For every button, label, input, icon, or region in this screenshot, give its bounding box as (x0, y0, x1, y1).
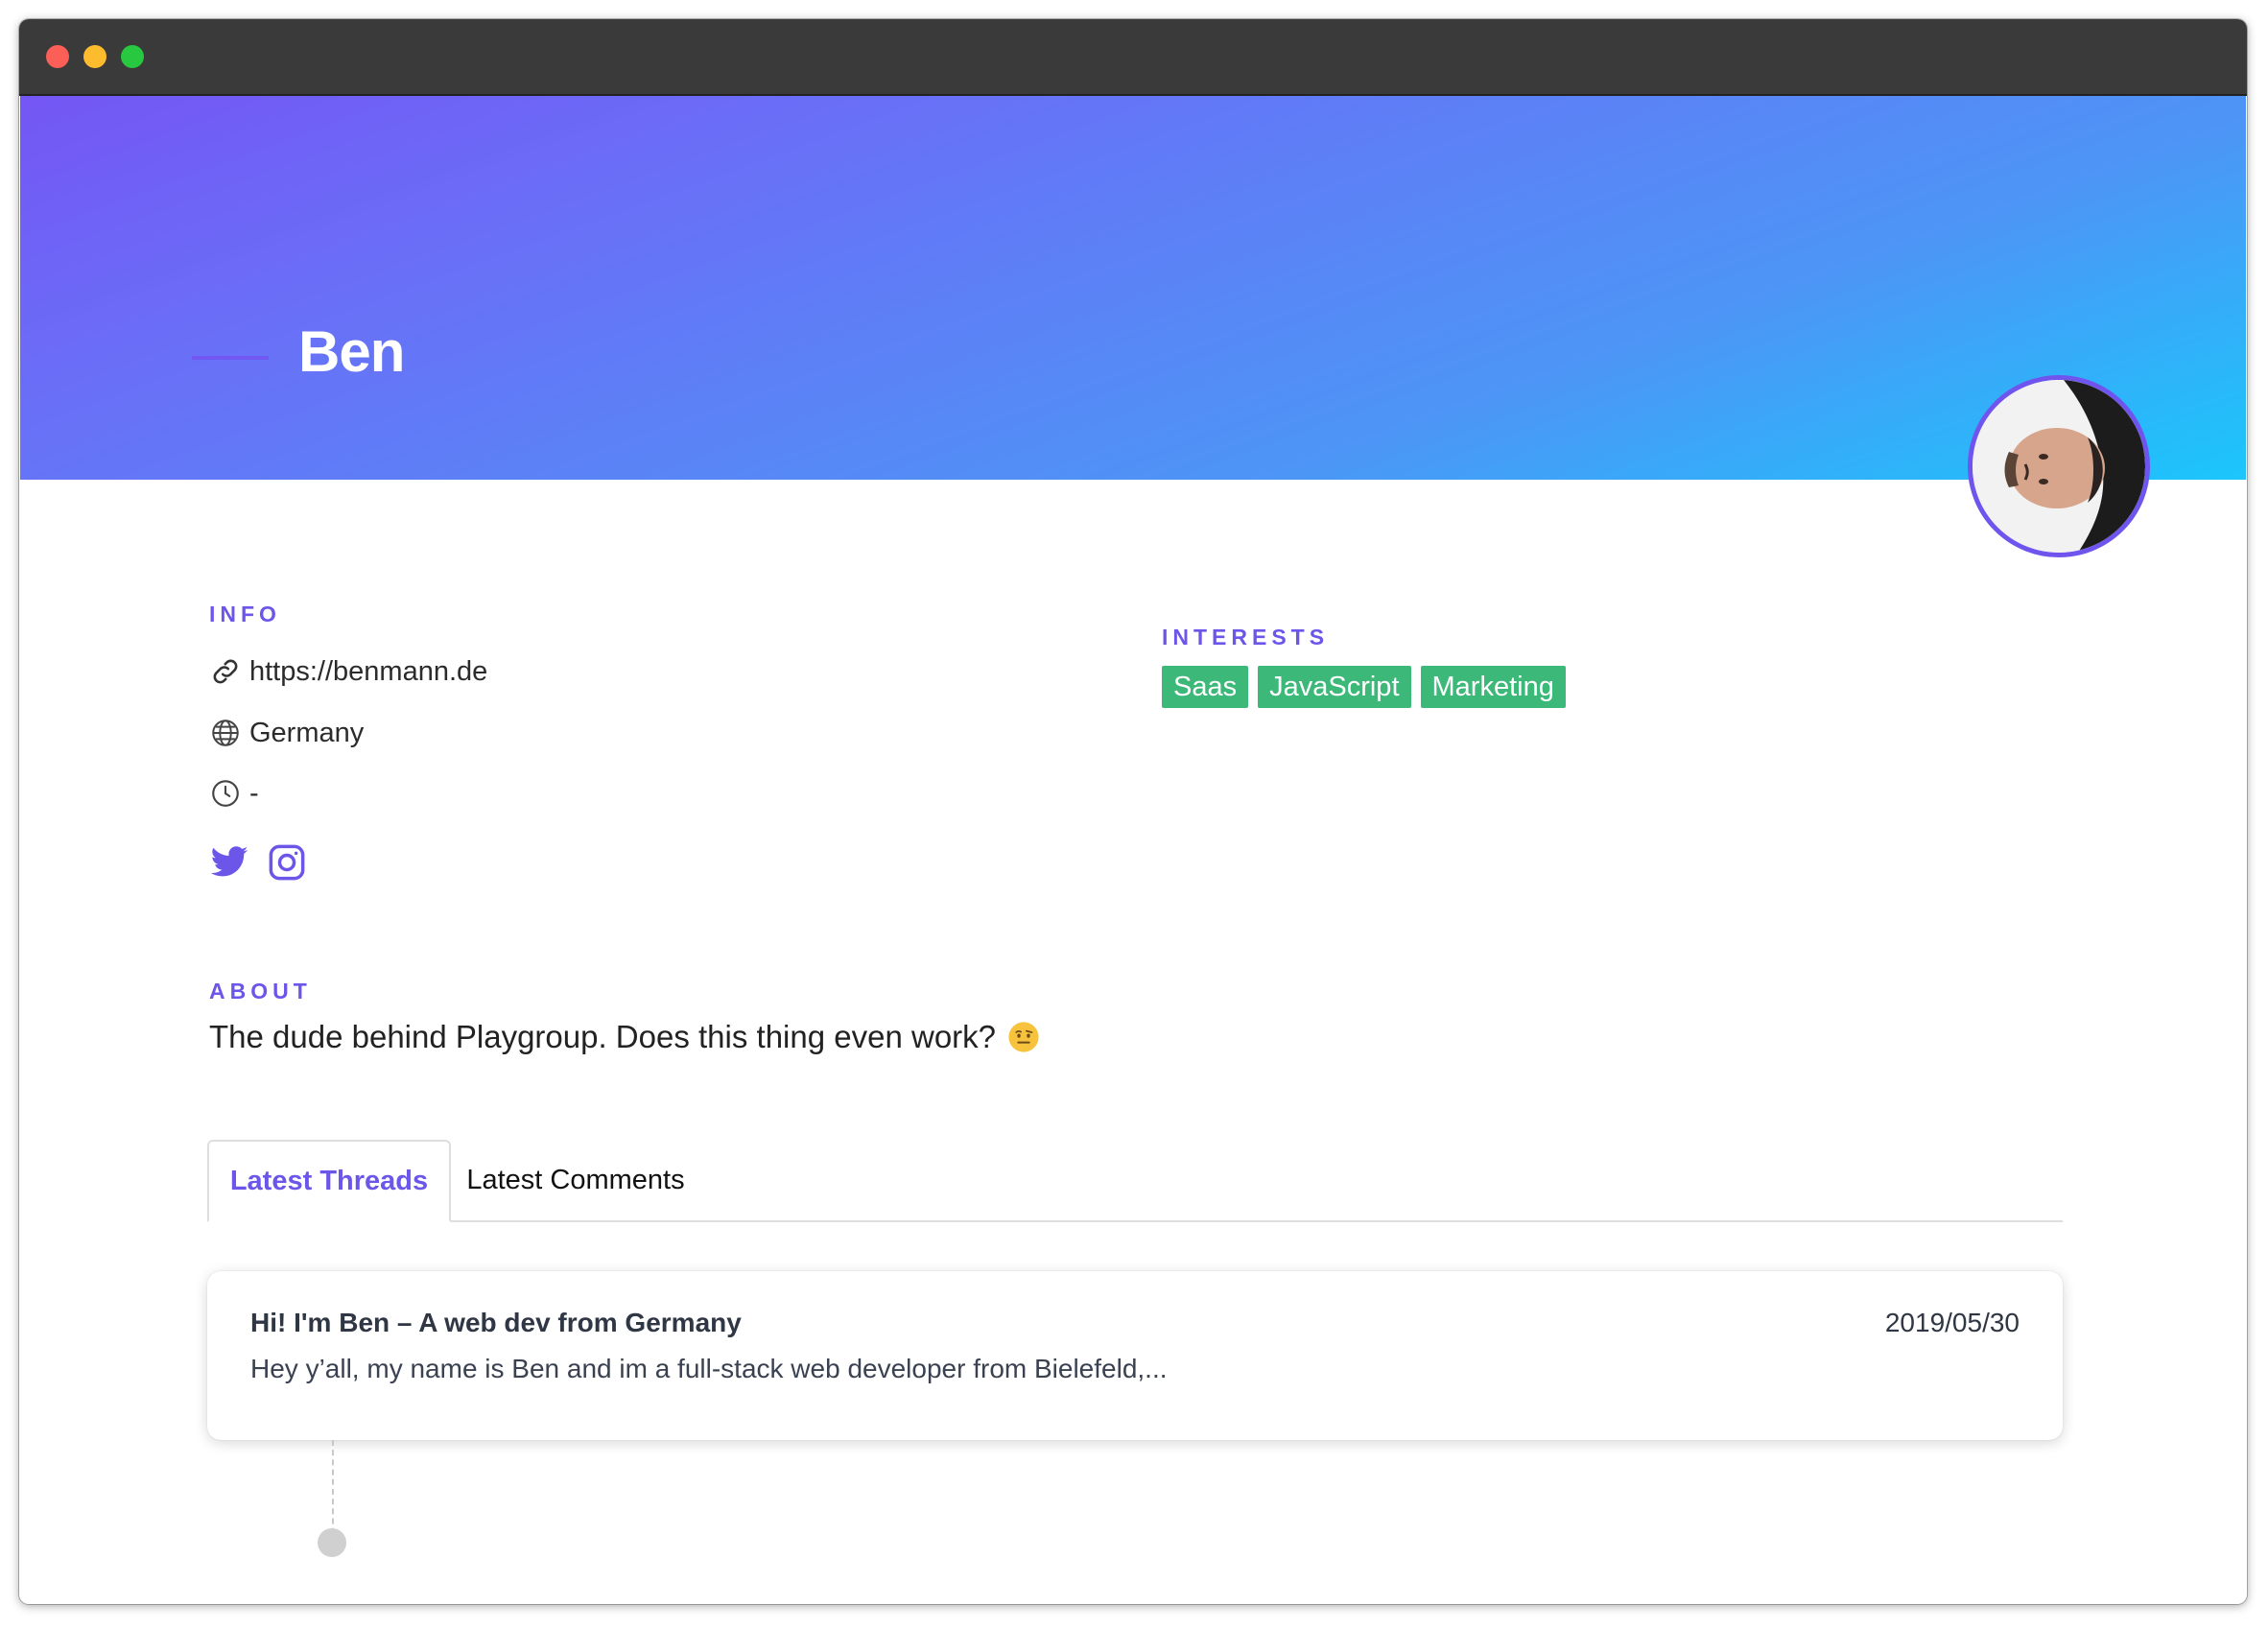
info-section-label: INFO (209, 602, 281, 626)
tab-latest-threads[interactable]: Latest Threads (207, 1140, 451, 1222)
tab-latest-comments[interactable]: Latest Comments (451, 1140, 700, 1220)
instagram-icon[interactable] (267, 842, 307, 883)
profile-name: Ben (298, 319, 405, 384)
window-titlebar (19, 19, 2247, 96)
avatar-photo (1973, 380, 2145, 553)
thread-date: 2019/05/30 (1884, 1308, 2020, 1337)
time-row: - (209, 777, 259, 810)
minimize-window-button[interactable] (83, 45, 106, 68)
time-text: - (249, 777, 259, 809)
globe-icon (209, 717, 242, 749)
interests-section-label: INTERESTS (1162, 625, 1330, 649)
thread-card[interactable]: Hi! I'm Ben – A web dev from Germany 201… (207, 1271, 2063, 1440)
social-links (209, 842, 307, 883)
profile-tabs: Latest Threads Latest Comments (207, 1140, 2063, 1222)
interest-tags: Saas JavaScript Marketing (1162, 666, 1566, 708)
about-text-row: The dude behind Playgroup. Does this thi… (209, 1019, 1040, 1055)
avatar[interactable] (1968, 375, 2150, 557)
twitter-icon[interactable] (209, 842, 249, 883)
thread-title[interactable]: Hi! I'm Ben – A web dev from Germany (250, 1308, 742, 1338)
profile-hero-banner (20, 96, 2246, 480)
about-text: The dude behind Playgroup. Does this thi… (209, 1019, 997, 1054)
thread-excerpt: Hey y’all, my name is Ben and im a full-… (250, 1354, 1168, 1383)
raised-eyebrow-emoji-icon (1007, 1021, 1040, 1053)
timeline-dot (318, 1528, 346, 1557)
location-row: Germany (209, 717, 364, 749)
location-text: Germany (249, 717, 365, 748)
about-section-label: ABOUT (209, 979, 312, 1003)
interest-tag[interactable]: JavaScript (1258, 666, 1411, 708)
website-link[interactable]: https://benmann.de (249, 656, 487, 688)
interest-tag[interactable]: Saas (1162, 666, 1249, 708)
close-window-button[interactable] (46, 45, 69, 68)
maximize-window-button[interactable] (121, 45, 144, 68)
website-row: https://benmann.de (209, 655, 487, 688)
clock-icon (209, 777, 242, 810)
interest-tag[interactable]: Marketing (1420, 666, 1566, 708)
link-icon (209, 655, 242, 688)
hero-accent-line (192, 356, 269, 360)
